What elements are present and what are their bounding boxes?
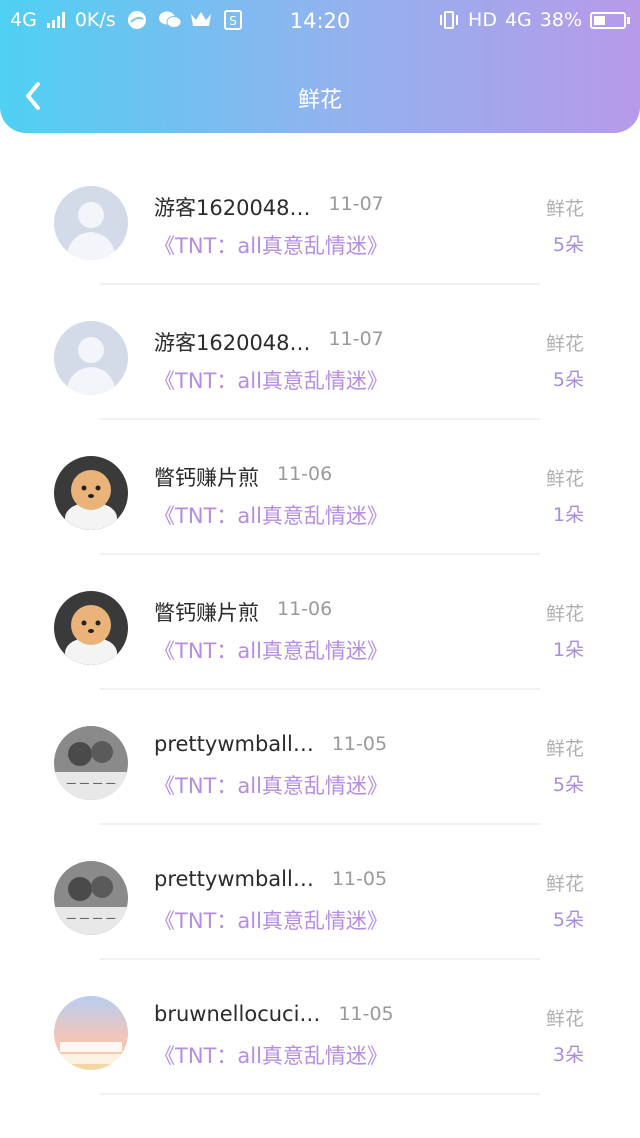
- date-label: 11-07: [328, 193, 384, 215]
- battery-icon: [590, 11, 630, 29]
- date-label: 11-05: [331, 733, 388, 755]
- gift-count: 1朵: [552, 639, 584, 661]
- book-title[interactable]: 《TNT：all真意乱情迷》: [154, 500, 388, 530]
- gift-type: 鲜花: [545, 738, 584, 760]
- user-name: bruwnellocuci…: [154, 1002, 321, 1026]
- gift-type: 鲜花: [545, 603, 584, 625]
- user-name: prettywmball…: [154, 867, 314, 891]
- gift-count: 5朵: [552, 369, 584, 391]
- avatar[interactable]: [54, 456, 128, 530]
- gift-type: 鲜花: [545, 873, 584, 895]
- list-item[interactable]: 游客1620048… 11-07 《TNT：all真意乱情迷》 鲜花 5朵: [0, 150, 640, 285]
- gift-type: 鲜花: [545, 333, 584, 355]
- status-right: HD 4G 38%: [438, 9, 630, 31]
- svg-text:— — — —: — — — —: [66, 913, 116, 924]
- gift-count: 3朵: [552, 1044, 584, 1066]
- gift-type: 鲜花: [545, 198, 584, 220]
- user-name: 游客1620048…: [154, 196, 311, 220]
- book-title[interactable]: 《TNT：all真意乱情迷》: [154, 365, 388, 395]
- book-title[interactable]: 《TNT：all真意乱情迷》: [154, 905, 388, 935]
- list-item[interactable]: — — — — prettywmball… 11-05 《TNT：all真意乱情迷》 鲜…: [0, 690, 640, 825]
- user-name: 游客1620048…: [154, 331, 311, 355]
- date-label: 11-07: [328, 328, 384, 350]
- list-item[interactable]: 瞥钙赚片煎 11-06 《TNT：all真意乱情迷》 鲜花 1朵: [0, 420, 640, 555]
- avatar[interactable]: — — — —: [54, 726, 128, 800]
- list-item[interactable]: bruwnellocuci… 11-05 《TNT：all真意乱情迷》 鲜花 3朵: [0, 960, 640, 1095]
- svg-text:— — — —: — — — —: [66, 778, 116, 789]
- avatar[interactable]: — — — —: [54, 861, 128, 935]
- user-name: 瞥钙赚片煎: [154, 601, 259, 625]
- gift-count: 1朵: [552, 504, 584, 526]
- nav-bar: 鲜花: [0, 62, 640, 132]
- battery-label: 38%: [539, 9, 582, 31]
- book-title[interactable]: 《TNT：all真意乱情迷》: [154, 770, 388, 800]
- user-name: 瞥钙赚片煎: [154, 466, 259, 490]
- gift-type: 鲜花: [545, 468, 584, 490]
- divider: [100, 1093, 540, 1095]
- page-title: 鲜花: [297, 88, 342, 113]
- avatar[interactable]: [54, 321, 128, 395]
- status-bar: 4G 0K/s S 14:20 HD 4G 38%: [0, 0, 640, 44]
- gift-count: 5朵: [552, 909, 584, 931]
- vibrate-icon: [438, 10, 460, 30]
- book-title[interactable]: 《TNT：all真意乱情迷》: [154, 230, 388, 260]
- list-item[interactable]: 游客1620048… 11-07 《TNT：all真意乱情迷》 鲜花 5朵: [0, 285, 640, 420]
- gift-count: 5朵: [552, 774, 584, 796]
- date-label: 11-05: [338, 1003, 394, 1025]
- date-label: 11-05: [331, 868, 388, 890]
- avatar[interactable]: [54, 996, 128, 1070]
- hd-label: HD: [468, 9, 497, 31]
- avatar[interactable]: [54, 186, 128, 260]
- gift-type: 鲜花: [545, 1008, 584, 1030]
- date-label: 11-06: [277, 598, 333, 620]
- network-right-label: 4G: [504, 9, 532, 31]
- avatar[interactable]: [54, 591, 128, 665]
- gift-count: 5朵: [552, 234, 584, 256]
- date-label: 11-06: [277, 463, 333, 485]
- flower-list: 游客1620048… 11-07 《TNT：all真意乱情迷》 鲜花 5朵 游客16200…: [0, 150, 640, 1095]
- list-item[interactable]: — — — — prettywmball… 11-05 《TNT：all真意乱情迷》 鲜…: [0, 825, 640, 960]
- header: 4G 0K/s S 14:20 HD 4G 38% 鲜花: [0, 0, 640, 133]
- book-title[interactable]: 《TNT：all真意乱情迷》: [154, 635, 388, 665]
- book-title[interactable]: 《TNT：all真意乱情迷》: [154, 1040, 388, 1070]
- list-item[interactable]: 瞥钙赚片煎 11-06 《TNT：all真意乱情迷》 鲜花 1朵: [0, 555, 640, 690]
- user-name: prettywmball…: [154, 732, 314, 756]
